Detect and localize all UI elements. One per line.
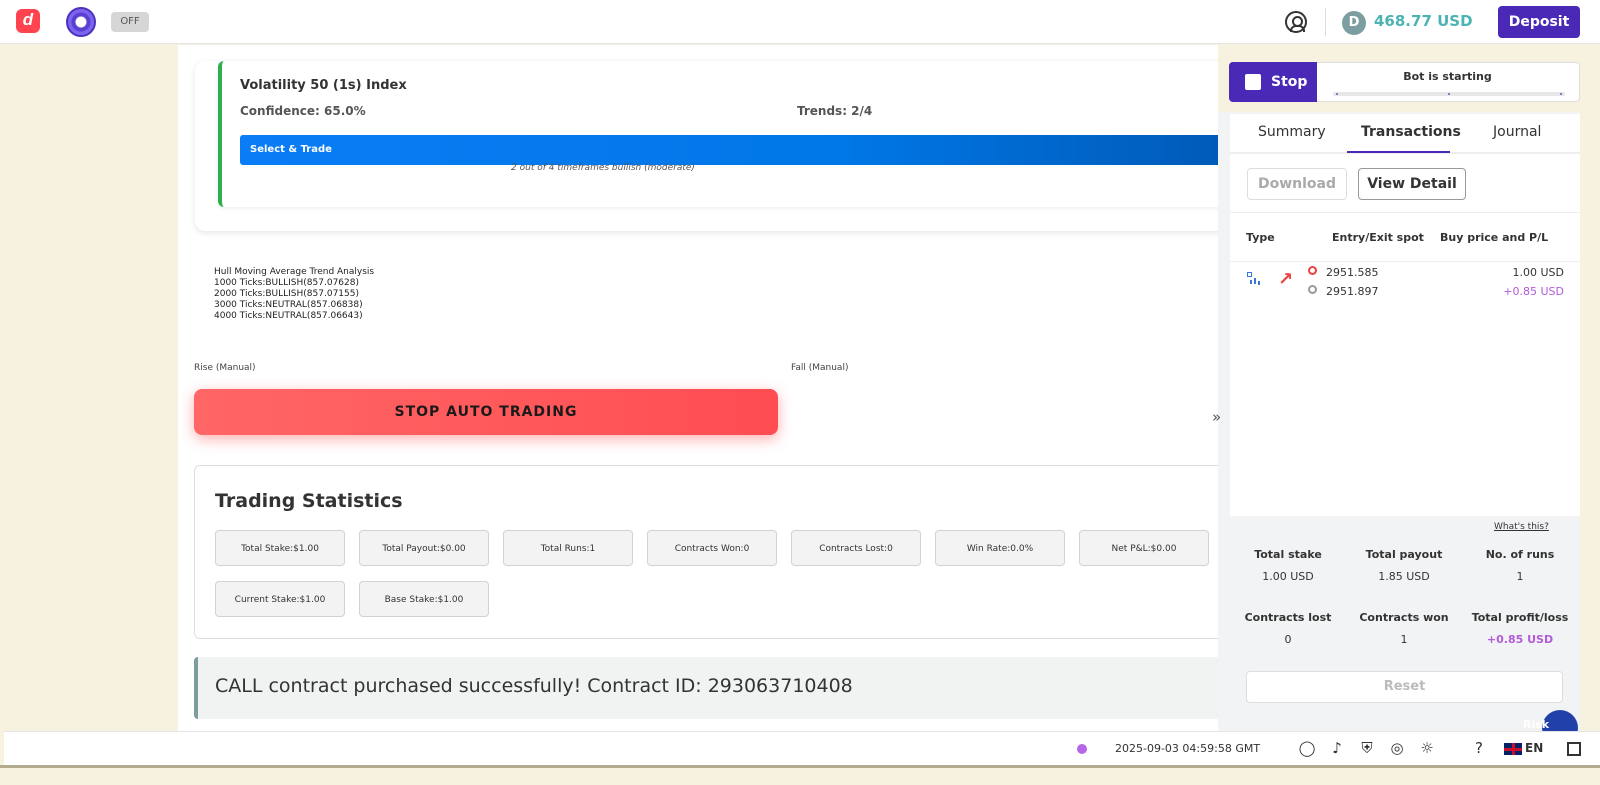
hull-analysis: Hull Moving Average Trend Analysis 1000 … (214, 267, 374, 322)
select-trade-button[interactable]: Select & Trade (240, 135, 1218, 165)
tab-summary[interactable]: Summary (1258, 124, 1326, 140)
column-type: Type (1246, 231, 1275, 244)
main-content: Volatility 50 (1s) Index Confidence: 65.… (178, 45, 1218, 741)
summary-total-pl-label: Total profit/loss (1471, 611, 1569, 624)
summary-runs-value: 1 (1516, 570, 1524, 583)
stop-bot-button[interactable]: Stop (1229, 62, 1317, 102)
column-buy-pl: Buy price and P/L (1440, 231, 1549, 244)
buy-price: 1.00 USD (1512, 266, 1565, 279)
summary-contracts-lost-value: 0 (1284, 633, 1292, 646)
header-divider (1325, 8, 1326, 36)
reset-button[interactable]: Reset (1246, 671, 1563, 703)
tab-active-indicator (1347, 151, 1450, 153)
toggle-off-badge[interactable]: OFF (111, 12, 149, 32)
help-icon[interactable]: ? (1470, 739, 1488, 757)
hull-line: 3000 Ticks:NEUTRAL(857.06838) (214, 300, 363, 310)
stat-contracts-won: Contracts Won:0 (647, 530, 777, 566)
trading-statistics: Trading Statistics Total Stake:$1.00 Tot… (194, 465, 1218, 639)
signal-confidence: Confidence: 65.0% (240, 104, 366, 118)
window-bottom-border (0, 765, 1600, 768)
theme-icon[interactable]: ☼ (1418, 739, 1436, 757)
deriv-logo-icon[interactable]: d (16, 9, 40, 33)
flag-icon[interactable] (1504, 743, 1522, 755)
rise-manual-label: Rise (Manual) (194, 363, 256, 373)
rise-arrow-icon: ↗ (1278, 269, 1294, 290)
account-balance[interactable]: 468.77 USD (1374, 12, 1473, 30)
summary-total-payout-label: Total payout (1365, 548, 1443, 561)
run-panel-tabs: Summary Transactions Journal (1230, 114, 1580, 154)
stat-win-rate: Win Rate:0.0% (935, 530, 1065, 566)
account-icon[interactable] (1285, 11, 1307, 33)
stop-square-icon (1245, 74, 1261, 90)
summary-total-pl-value: +0.85 USD (1486, 633, 1554, 646)
fullscreen-icon[interactable] (1567, 742, 1581, 756)
top-header: d OFF D 468.77 USD Deposit (0, 0, 1600, 44)
window-bottom (0, 765, 1600, 785)
network-status-icon (1077, 744, 1087, 754)
transactions-header: Type Entry/Exit spot Buy price and P/L (1230, 212, 1580, 262)
column-entry-exit: Entry/Exit spot (1332, 231, 1424, 244)
whats-this-link[interactable]: What's this? (1494, 522, 1549, 532)
collapse-panel-icon[interactable]: » (1212, 408, 1221, 426)
footer: 2025-09-03 04:59:58 GMT ◯ ♪ ⛨ ◎ ☼ ? EN (4, 731, 1600, 765)
fall-manual-label: Fall (Manual) (791, 363, 849, 373)
entry-spot: 2951.585 (1326, 266, 1379, 279)
bot-icon[interactable] (66, 7, 96, 37)
signal-trends: Trends: 2/4 (797, 104, 873, 118)
exit-spot: 2951.897 (1326, 285, 1379, 298)
hull-line: 2000 Ticks:BULLISH(857.07155) (214, 289, 359, 299)
bot-progress-track (1333, 92, 1565, 96)
currency-icon[interactable]: D (1342, 11, 1366, 35)
deriv-icon[interactable]: ♪ (1328, 739, 1346, 757)
stat-total-runs: Total Runs:1 (503, 530, 633, 566)
profit-loss: +0.85 USD (1503, 285, 1564, 298)
language-selector[interactable]: EN (1525, 741, 1543, 755)
bot-status: Bot is starting (1403, 70, 1492, 83)
transactions-card: Summary Transactions Journal Download Vi… (1230, 114, 1580, 516)
exit-spot-icon (1308, 285, 1317, 294)
view-detail-button[interactable]: View Detail (1358, 168, 1466, 200)
success-toast: CALL contract purchased successfully! Co… (194, 657, 1218, 719)
summary-contracts-won-label: Contracts won (1359, 611, 1449, 624)
tab-journal[interactable]: Journal (1493, 124, 1541, 140)
signal-note-row: 2 out of 4 timeframes bullish (moderate) (178, 163, 1218, 173)
stats-title: Trading Statistics (215, 490, 403, 512)
stat-total-stake: Total Stake:$1.00 (215, 530, 345, 566)
stat-contracts-lost: Contracts Lost:0 (791, 530, 921, 566)
deposit-button[interactable]: Deposit (1498, 6, 1580, 38)
summary-runs-label: No. of runs (1485, 548, 1555, 561)
summary-total-stake-value: 1.00 USD (1262, 570, 1314, 583)
hull-title: Hull Moving Average Trend Analysis (214, 267, 375, 277)
stat-total-payout: Total Payout:$0.00 (359, 530, 489, 566)
summary-contracts-won-value: 1 (1400, 633, 1408, 646)
entry-spot-icon (1308, 266, 1317, 275)
hull-line: 4000 Ticks:NEUTRAL(857.06643) (214, 311, 363, 321)
server-time: 2025-09-03 04:59:58 GMT (1115, 742, 1261, 755)
signal-inner-card: Volatility 50 (1s) Index Confidence: 65.… (218, 61, 1218, 207)
stop-label: Stop (1271, 74, 1308, 90)
shield-icon[interactable]: ⛨ (1358, 739, 1376, 757)
toast-message: CALL contract purchased successfully! Co… (215, 675, 853, 697)
summary-total-payout-value: 1.85 USD (1378, 570, 1430, 583)
tab-transactions[interactable]: Transactions (1361, 124, 1461, 140)
whatsapp-icon[interactable]: ◯ (1298, 739, 1316, 757)
stat-current-stake: Current Stake:$1.00 (215, 581, 345, 617)
signal-title: Volatility 50 (1s) Index (240, 78, 407, 93)
gamble-icon[interactable]: ◎ (1388, 739, 1406, 757)
signal-note: 2 out of 4 timeframes bullish (moderate) (511, 163, 695, 173)
stat-base-stake: Base Stake:$1.00 (359, 581, 489, 617)
hull-line: 1000 Ticks:BULLISH(857.07628) (214, 278, 359, 288)
contract-type-icon (1247, 272, 1261, 286)
stat-net-pl: Net P&L:$0.00 (1079, 530, 1209, 566)
stop-auto-trading-button[interactable]: STOP AUTO TRADING (194, 389, 778, 435)
download-button[interactable]: Download (1247, 168, 1347, 200)
summary-contracts-lost-label: Contracts lost (1244, 611, 1332, 624)
summary-total-stake-label: Total stake (1254, 548, 1322, 561)
